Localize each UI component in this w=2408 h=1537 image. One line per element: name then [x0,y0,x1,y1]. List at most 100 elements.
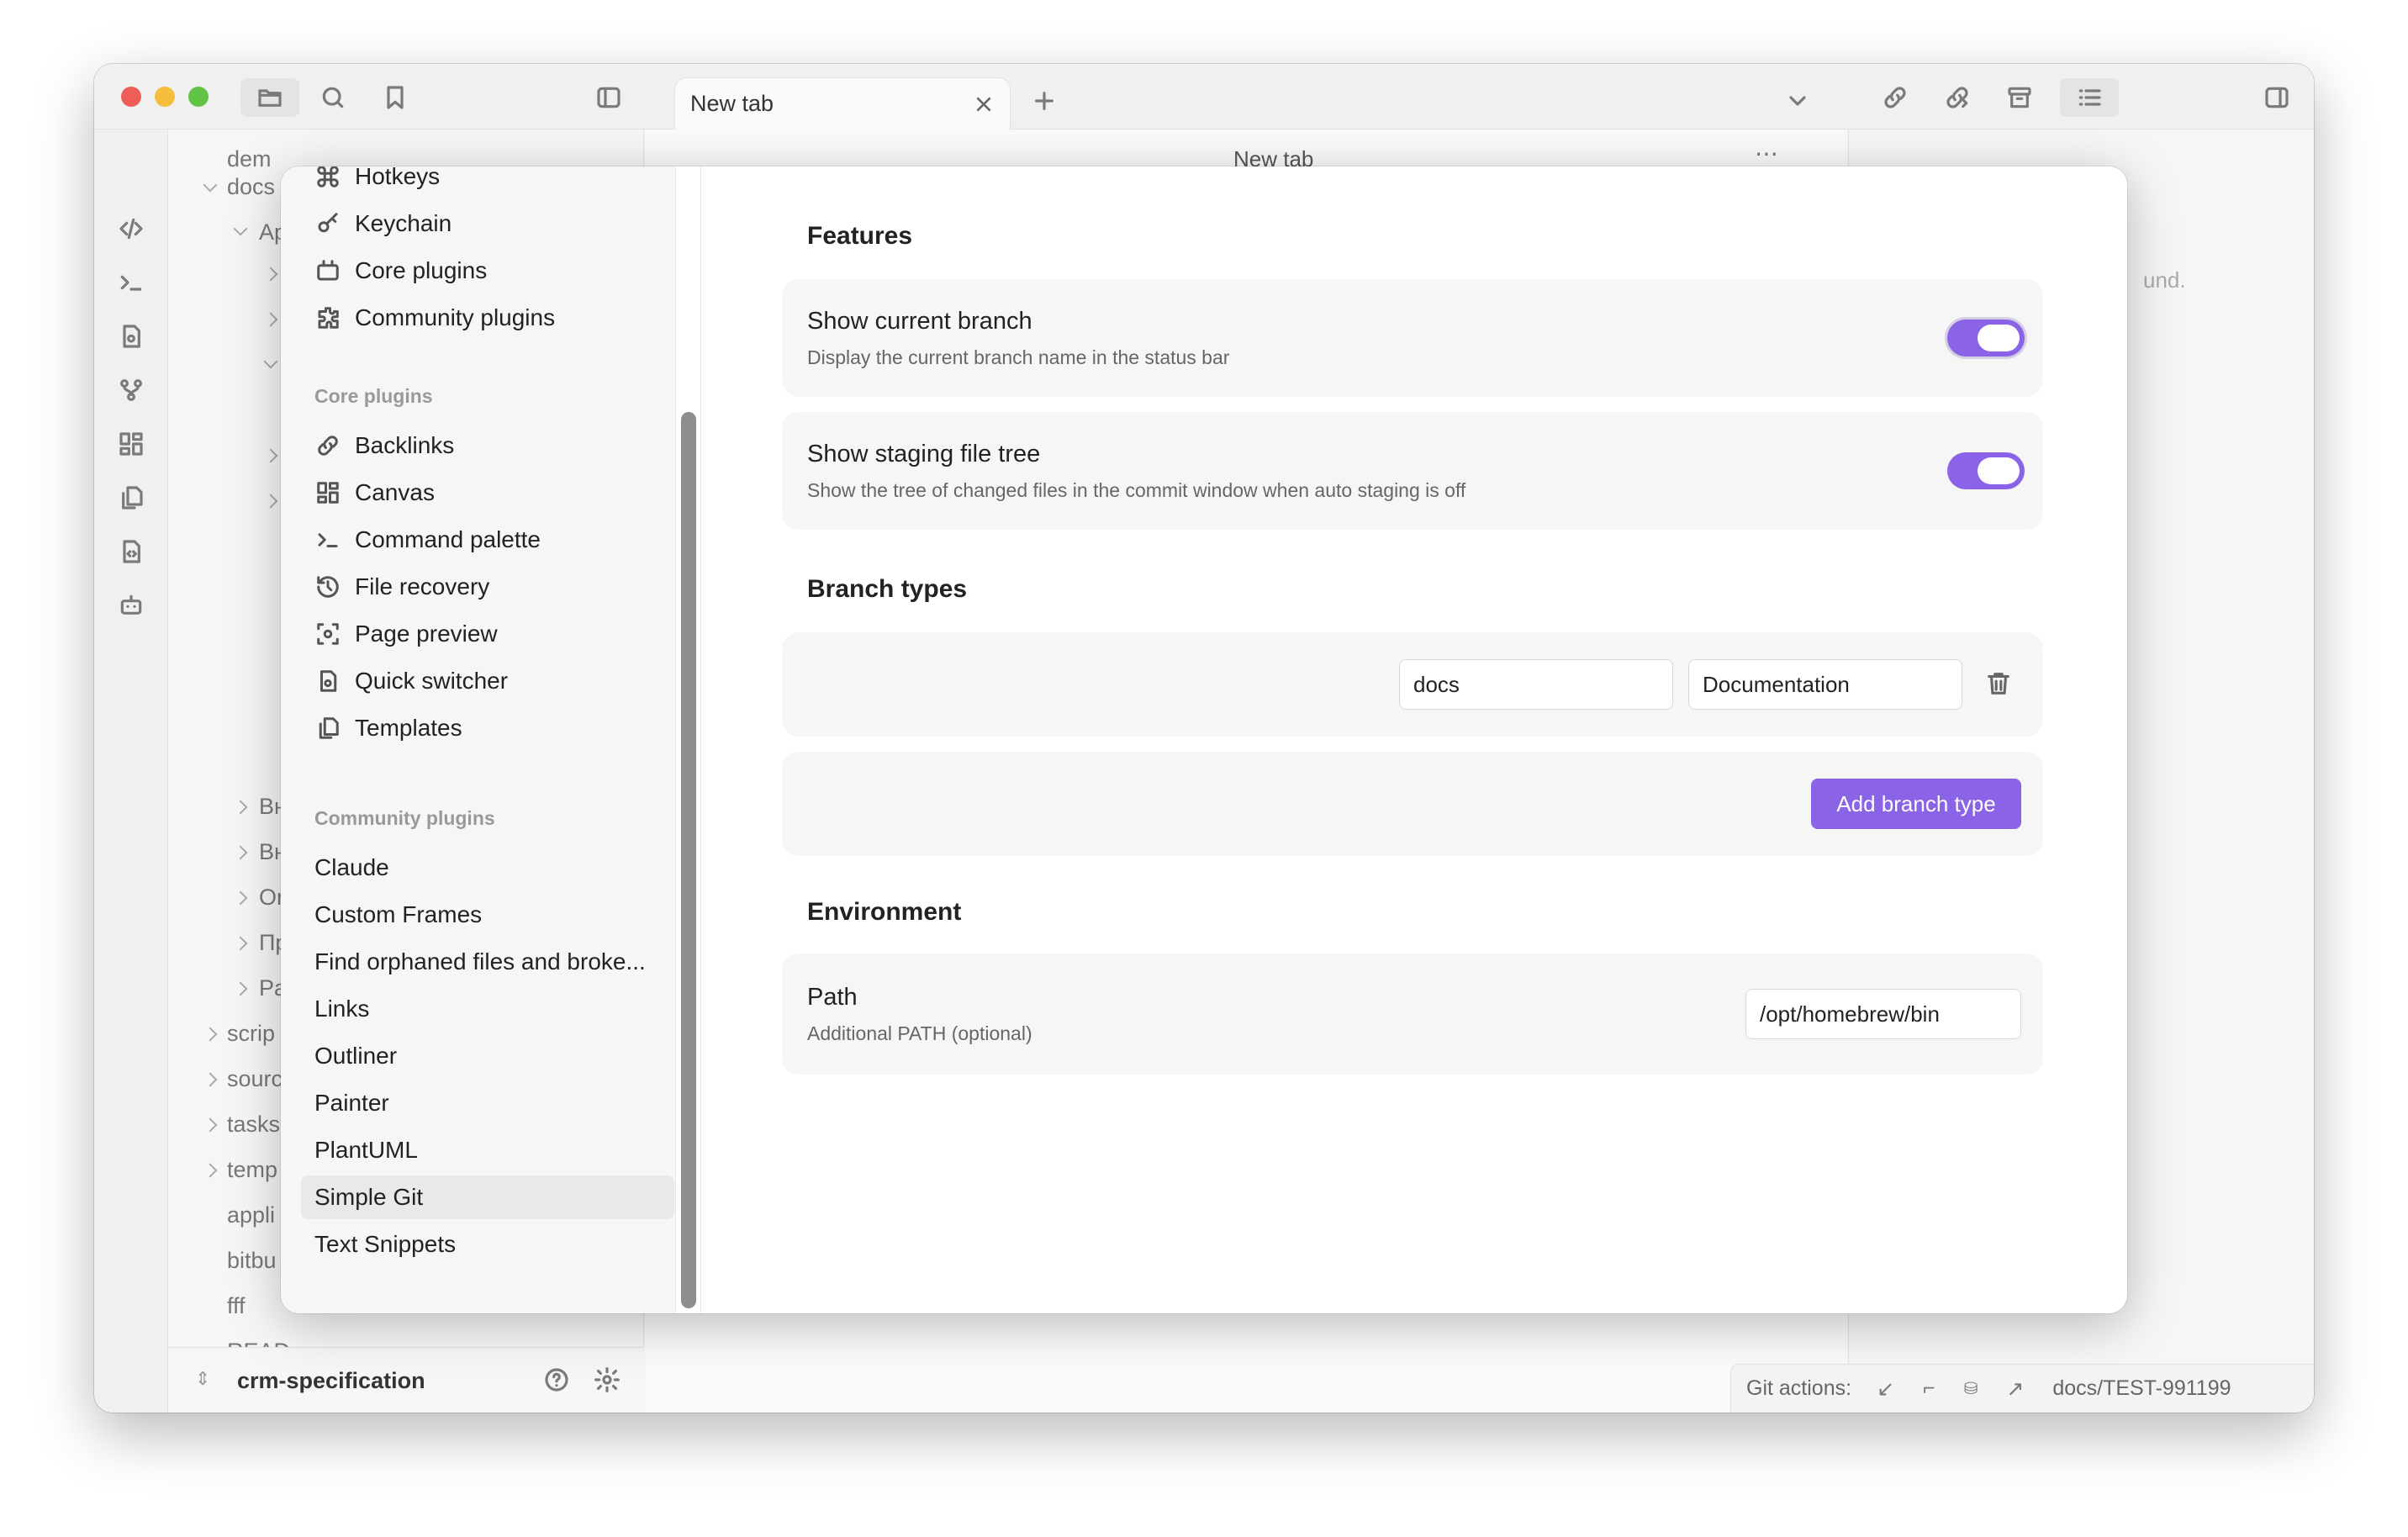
chevron-down-icon[interactable] [233,221,248,236]
archive-icon[interactable] [2001,79,2038,116]
chevron-right-icon[interactable] [233,981,248,996]
zoom-window-button[interactable] [188,87,209,107]
chevron-right-icon[interactable] [263,312,278,327]
tree-item[interactable]: tasks [227,1112,280,1138]
nav-item-painter[interactable]: Painter [301,1081,674,1125]
nav-item-simple-git[interactable]: Simple Git [301,1175,674,1219]
file-explorer-icon[interactable] [240,78,299,117]
current-branch[interactable]: docs/TEST-991199 [2052,1376,2231,1401]
minimize-window-button[interactable] [155,87,175,107]
tree-item[interactable]: bitbu [227,1248,277,1274]
more-options-icon[interactable]: ⋯ [1755,140,1778,167]
nav-label: Core plugins [355,257,488,283]
vault-name[interactable]: crm-specification [237,1368,425,1394]
tree-item[interactable]: fff [227,1293,246,1319]
nav-item-community-plugins[interactable]: Community plugins [301,296,674,340]
nav-item-backlinks[interactable]: Backlinks [301,424,674,467]
tree-item[interactable]: scrip [227,1021,275,1047]
nav-item-file-recovery[interactable]: File recovery [301,565,674,609]
core-plugins-heading: Core plugins [314,385,433,407]
help-icon[interactable] [538,1361,575,1398]
collapse-right-sidebar-icon[interactable] [2258,79,2295,116]
outline-list-icon[interactable] [2060,78,2119,117]
branch-type-row: docs Documentation [782,632,2043,737]
show-staging-file-tree-toggle[interactable] [1947,452,2025,489]
new-tab-icon[interactable] [1026,82,1063,119]
hotkeys-icon [314,166,341,190]
nav-item-custom-frames[interactable]: Custom Frames [301,893,674,937]
tree-item[interactable]: sourc [227,1066,283,1092]
chevron-right-icon[interactable] [233,936,248,951]
chevron-right-icon[interactable] [233,845,248,860]
nav-item-text-snippets[interactable]: Text Snippets [301,1223,674,1266]
commit-icon[interactable]: ⌐ [1923,1376,1935,1401]
file-code-icon[interactable] [113,533,150,570]
branch-prefix-input[interactable]: docs [1399,659,1673,710]
push-icon[interactable]: ↗ [2006,1376,2024,1402]
tab-new-tab[interactable]: New tab [674,77,1011,129]
nav-label: Command palette [355,526,541,552]
chevron-right-icon[interactable] [233,890,248,906]
setting-description: Show the tree of changed files in the co… [807,479,1466,501]
nav-item-templates[interactable]: Templates [301,706,674,750]
nav-item-core-plugins[interactable]: Core plugins [301,249,674,293]
search-icon[interactable] [314,79,351,116]
chevron-right-icon[interactable] [203,1072,218,1087]
code-icon[interactable] [113,210,150,247]
trash-icon[interactable] [1984,669,2013,702]
chevron-down-icon[interactable] [203,177,218,193]
chevron-right-icon[interactable] [233,800,248,815]
backlinks-icon[interactable] [1877,79,1914,116]
stash-icon[interactable]: ⛁ [1964,1378,1978,1399]
chevron-right-icon[interactable] [263,448,278,463]
nav-item-page-preview[interactable]: Page preview [301,612,674,656]
show-current-branch-toggle[interactable] [1947,320,2025,357]
path-input[interactable]: /opt/homebrew/bin [1745,989,2021,1039]
terminal-icon[interactable] [113,264,150,301]
add-branch-type-button[interactable]: Add branch type [1811,779,2021,829]
nav-item-keychain[interactable]: Keychain [301,202,674,246]
chevron-down-icon[interactable] [263,354,278,369]
nav-item-links[interactable]: Links [301,987,674,1031]
copy-icon[interactable] [113,479,150,516]
close-window-button[interactable] [121,87,141,107]
tree-item[interactable]: appli [227,1202,275,1228]
tree-item[interactable]: dem [227,146,272,172]
nav-item-plantuml[interactable]: PlantUML [301,1128,674,1172]
close-tab-icon[interactable] [973,93,995,115]
canvas-icon[interactable] [113,425,150,462]
pull-icon[interactable]: ↙ [1877,1376,1894,1402]
git-branch-icon[interactable] [113,372,150,409]
bookmark-icon[interactable] [377,79,414,116]
nav-item-hotkeys[interactable]: Hotkeys [301,166,674,198]
nav-label: Custom Frames [314,901,483,927]
bot-icon[interactable] [113,587,150,624]
nav-item-command-palette[interactable]: Command palette [301,518,674,562]
chevron-right-icon[interactable] [203,1163,218,1178]
tree-item[interactable]: docs [227,174,275,200]
empty-state-text: und. [2143,267,2186,293]
chevron-right-icon[interactable] [203,1027,218,1042]
collapse-left-sidebar-icon[interactable] [590,79,627,116]
add-branch-type-row: Add branch type [782,752,2043,856]
terminal-icon [314,526,341,553]
tree-item[interactable]: temp [227,1157,277,1183]
outgoing-links-icon[interactable] [1939,79,1976,116]
setting-show-staging-file-tree: Show staging file tree Show the tree of … [782,412,2043,530]
branch-label-input[interactable]: Documentation [1688,659,1962,710]
chevron-right-icon[interactable] [203,1117,218,1133]
tab-list-chevron-down-icon[interactable] [1779,82,1816,119]
nav-item-quick-switcher[interactable]: Quick switcher [301,659,674,703]
nav-item-claude[interactable]: Claude [301,846,674,890]
nav-scrollbar[interactable] [681,412,696,1308]
nav-item-outliner[interactable]: Outliner [301,1034,674,1078]
settings-gear-icon[interactable] [589,1361,626,1398]
file-search-icon[interactable] [113,318,150,355]
nav-item-canvas[interactable]: Canvas [301,471,674,515]
settings-modal: Hotkeys Keychain Core plugins Community … [281,166,2127,1313]
chevron-right-icon[interactable] [263,267,278,282]
chevron-right-icon[interactable] [263,494,278,509]
nav-item-find-orphaned-files[interactable]: Find orphaned files and broke... [301,940,674,984]
vault-switcher-icon[interactable]: ⇕ [195,1368,210,1390]
nav-label: Backlinks [355,432,455,458]
